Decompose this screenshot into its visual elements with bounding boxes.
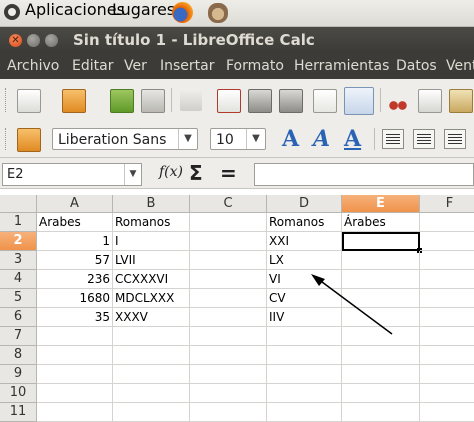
arrow-line [317, 278, 393, 335]
arrow-head [311, 274, 325, 286]
annotation-arrow [311, 274, 393, 335]
